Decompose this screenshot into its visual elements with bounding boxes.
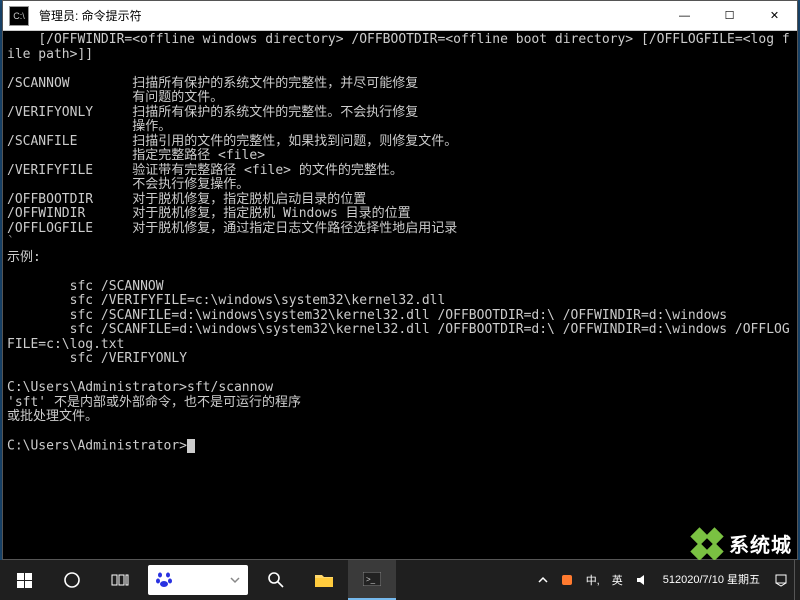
date-text: 2020/7/10 星期五 bbox=[675, 574, 760, 587]
dropdown-icon bbox=[228, 573, 242, 587]
opt-offwindir: /OFFWINDIR bbox=[7, 206, 85, 221]
search-icon[interactable] bbox=[252, 560, 300, 600]
ime-mode[interactable]: 中, bbox=[580, 560, 606, 600]
baidu-search-box[interactable] bbox=[148, 565, 248, 595]
minimize-button[interactable]: — bbox=[662, 1, 707, 31]
examples-label: 示例: bbox=[7, 250, 41, 265]
example-1: sfc /SCANNOW bbox=[7, 279, 164, 294]
opt-scanfile: /SCANFILE bbox=[7, 134, 77, 149]
cmd-taskbar-icon[interactable]: >_ bbox=[348, 560, 396, 600]
error-line-1: 'sft' 不是内部或外部命令，也不是可运行的程序 bbox=[7, 395, 301, 410]
tray-chevron-icon[interactable] bbox=[532, 560, 554, 600]
windows-logo-icon bbox=[17, 573, 32, 588]
ime-language[interactable]: 英 bbox=[606, 560, 629, 600]
example-4: sfc /SCANFILE=d:\windows\system32\kernel… bbox=[7, 322, 790, 352]
opt-verifyfile: /VERIFYFILE bbox=[7, 163, 93, 178]
file-explorer-icon[interactable] bbox=[300, 560, 348, 600]
terminal-output[interactable]: [/OFFWINDIR=<offline windows directory> … bbox=[3, 31, 797, 559]
start-button[interactable] bbox=[0, 560, 48, 600]
task-view-icon[interactable] bbox=[96, 560, 144, 600]
system-tray: 中, 英 51 2020/7/10 星期五 bbox=[532, 560, 800, 600]
volume-icon[interactable] bbox=[629, 560, 655, 600]
show-desktop-button[interactable] bbox=[794, 560, 800, 600]
cmd-window: C:\ 管理员: 命令提示符 — ☐ ✕ [/OFFWINDIR=<offlin… bbox=[2, 0, 798, 560]
syntax-line: [/OFFWINDIR=<offline windows directory> … bbox=[7, 32, 790, 62]
notifications-icon[interactable] bbox=[768, 560, 794, 600]
time-text: 51 bbox=[663, 574, 675, 587]
window-title: 管理员: 命令提示符 bbox=[35, 7, 662, 24]
close-button[interactable]: ✕ bbox=[752, 1, 797, 31]
example-2: sfc /VERIFYFILE=c:\windows\system32\kern… bbox=[7, 293, 445, 308]
opt-offbootdir: /OFFBOOTDIR bbox=[7, 192, 93, 207]
taskbar: >_ 中, 英 51 2020/7/10 星期五 bbox=[0, 560, 800, 600]
opt-offlogfile: /OFFLOGFILE bbox=[7, 221, 93, 236]
baidu-paw-icon bbox=[154, 570, 174, 590]
example-5: sfc /VERIFYONLY bbox=[7, 351, 187, 366]
example-3: sfc /SCANFILE=d:\windows\system32\kernel… bbox=[7, 308, 727, 323]
cursor bbox=[187, 439, 195, 453]
opt-verifyonly: /VERIFYONLY bbox=[7, 105, 93, 120]
prompt-1: C:\Users\Administrator> bbox=[7, 380, 187, 395]
entered-command: sft/scannow bbox=[187, 380, 273, 395]
error-line-2: 或批处理文件。 bbox=[7, 409, 98, 424]
titlebar[interactable]: C:\ 管理员: 命令提示符 — ☐ ✕ bbox=[3, 1, 797, 31]
cortana-circle-icon[interactable] bbox=[48, 560, 96, 600]
svg-text:>_: >_ bbox=[366, 575, 376, 584]
prompt-2: C:\Users\Administrator> bbox=[7, 439, 187, 454]
opt-scannow: /SCANNOW bbox=[7, 76, 70, 91]
cmd-icon: C:\ bbox=[9, 6, 29, 26]
clock[interactable]: 51 2020/7/10 星期五 bbox=[655, 560, 768, 600]
tray-app-icon[interactable] bbox=[554, 560, 580, 600]
maximize-button[interactable]: ☐ bbox=[707, 1, 752, 31]
